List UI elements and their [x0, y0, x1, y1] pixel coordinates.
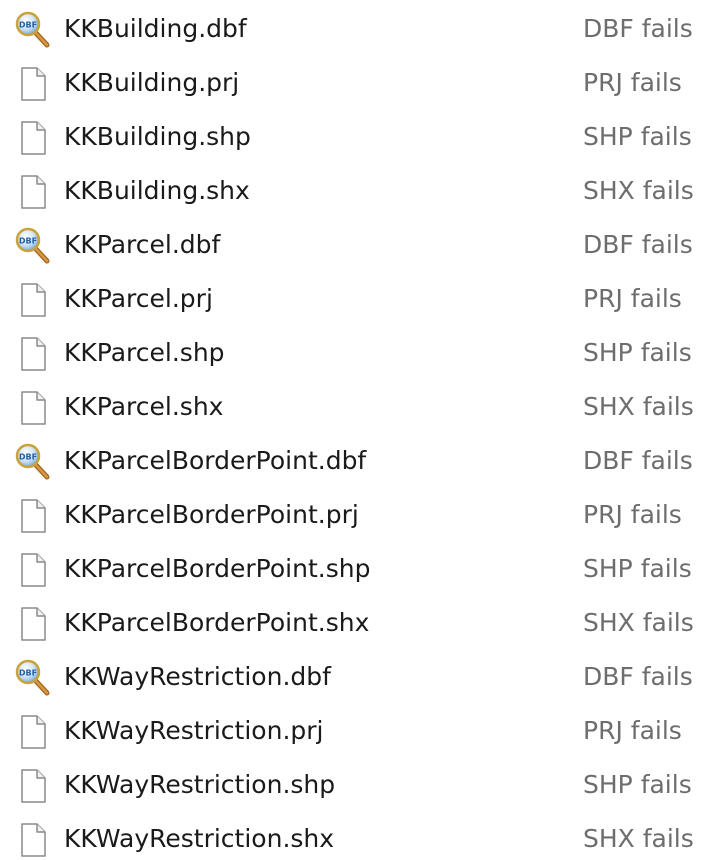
file-type: SHX fails	[583, 608, 694, 637]
file-row[interactable]: KKWayRestriction.shx SHX fails	[0, 816, 707, 859]
blank-file-icon	[14, 388, 50, 428]
file-row[interactable]: KKParcel.shp SHP fails	[0, 330, 707, 384]
file-type: DBF fails	[583, 662, 693, 691]
file-type: PRJ fails	[583, 284, 682, 313]
file-type: DBF fails	[583, 230, 693, 259]
blank-file-icon	[14, 334, 50, 374]
file-name: KKParcel.dbf	[64, 230, 221, 259]
file-row[interactable]: KKParcel.shx SHX fails	[0, 384, 707, 438]
file-name: KKBuilding.dbf	[64, 14, 247, 43]
file-row[interactable]: DBF KKParcelBorderPoint.dbf DBF fails	[0, 438, 707, 492]
file-name: KKParcel.shx	[64, 392, 224, 421]
file-type: DBF fails	[583, 446, 693, 475]
file-row[interactable]: KKParcelBorderPoint.shp SHP fails	[0, 546, 707, 600]
blank-file-icon	[14, 64, 50, 104]
file-name: KKParcel.prj	[64, 284, 213, 313]
file-name: KKParcelBorderPoint.shx	[64, 608, 370, 637]
file-row[interactable]: DBF KKWayRestriction.dbf DBF fails	[0, 654, 707, 708]
file-name: KKWayRestriction.dbf	[64, 662, 331, 691]
file-row[interactable]: KKWayRestriction.shp SHP fails	[0, 762, 707, 816]
file-row[interactable]: DBF KKParcel.dbf DBF fails	[0, 222, 707, 276]
file-name: KKBuilding.shp	[64, 122, 251, 151]
blank-file-icon	[14, 550, 50, 590]
file-row[interactable]: KKBuilding.shx SHX fails	[0, 168, 707, 222]
file-name: KKParcelBorderPoint.shp	[64, 554, 371, 583]
file-name: KKParcelBorderPoint.prj	[64, 500, 359, 529]
blank-file-icon	[14, 604, 50, 644]
file-row[interactable]: KKWayRestriction.prj PRJ fails	[0, 708, 707, 762]
file-type: SHP fails	[583, 554, 692, 583]
svg-text:DBF: DBF	[19, 453, 37, 462]
file-name: KKBuilding.prj	[64, 68, 240, 97]
file-row[interactable]: KKParcelBorderPoint.prj PRJ fails	[0, 492, 707, 546]
file-type: PRJ fails	[583, 68, 682, 97]
blank-file-icon	[14, 172, 50, 212]
file-name: KKWayRestriction.shp	[64, 770, 336, 799]
file-name: KKParcelBorderPoint.dbf	[64, 446, 367, 475]
file-type: SHX fails	[583, 824, 694, 853]
svg-text:DBF: DBF	[19, 237, 37, 246]
file-row[interactable]: DBF KKBuilding.dbf DBF fails	[0, 6, 707, 60]
file-row[interactable]: KKBuilding.prj PRJ fails	[0, 60, 707, 114]
file-name: KKParcel.shp	[64, 338, 225, 367]
dbf-viewer-icon: DBF	[14, 442, 50, 482]
file-row[interactable]: KKParcel.prj PRJ fails	[0, 276, 707, 330]
dbf-viewer-icon: DBF	[14, 226, 50, 266]
dbf-viewer-icon: DBF	[14, 658, 50, 698]
blank-file-icon	[14, 118, 50, 158]
file-type: SHP fails	[583, 338, 692, 367]
file-type: SHX fails	[583, 176, 694, 205]
dbf-viewer-icon: DBF	[14, 10, 50, 50]
blank-file-icon	[14, 820, 50, 860]
file-type: SHX fails	[583, 392, 694, 421]
file-row[interactable]: KKParcelBorderPoint.shx SHX fails	[0, 600, 707, 654]
file-type: SHP fails	[583, 122, 692, 151]
file-list: DBF KKBuilding.dbf DBF fails KKBuilding.…	[0, 0, 707, 859]
file-type: DBF fails	[583, 14, 693, 43]
file-type: SHP fails	[583, 770, 692, 799]
file-name: KKBuilding.shx	[64, 176, 250, 205]
file-type: PRJ fails	[583, 500, 682, 529]
blank-file-icon	[14, 712, 50, 752]
blank-file-icon	[14, 496, 50, 536]
file-type: PRJ fails	[583, 716, 682, 745]
svg-text:DBF: DBF	[19, 21, 37, 30]
file-name: KKWayRestriction.shx	[64, 824, 335, 853]
file-row[interactable]: KKBuilding.shp SHP fails	[0, 114, 707, 168]
svg-text:DBF: DBF	[19, 669, 37, 678]
blank-file-icon	[14, 280, 50, 320]
blank-file-icon	[14, 766, 50, 806]
file-name: KKWayRestriction.prj	[64, 716, 324, 745]
